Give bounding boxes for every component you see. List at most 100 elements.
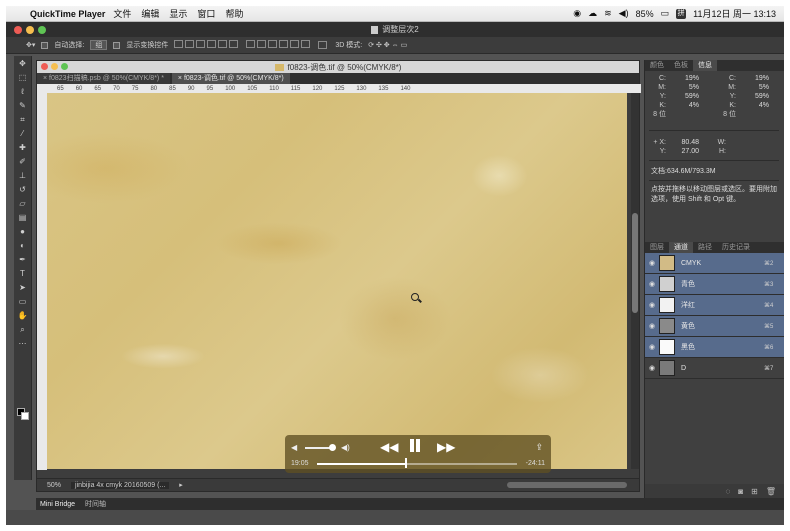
channel-row[interactable]: ◉ 黑色 ⌘6	[645, 337, 784, 358]
close-window-button[interactable]	[14, 26, 22, 34]
zoom-window-button[interactable]	[38, 26, 46, 34]
align-left-icon[interactable]	[207, 40, 217, 48]
move-tool[interactable]: ✥	[16, 58, 30, 70]
image-canvas[interactable]: ◀ ◀) ◀◀ ▶▶ ⇪ 19:05 -24:11	[47, 93, 627, 473]
fast-forward-icon[interactable]: ▶▶	[437, 440, 455, 454]
align-top-icon[interactable]	[174, 40, 184, 48]
align-middle-icon[interactable]	[185, 40, 195, 48]
healing-tool[interactable]: ✚	[16, 142, 30, 154]
channel-row[interactable]: ◉ 洋红 ⌘4	[645, 295, 784, 316]
3d-mode-icons[interactable]: ⟳ ✣ ✥ ⇔ ▭	[368, 41, 407, 49]
share-icon[interactable]: ⇪	[535, 442, 543, 453]
gradient-tool[interactable]: ▤	[16, 212, 30, 224]
tab-mini-bridge[interactable]: Mini Bridge	[40, 501, 75, 508]
channel-row[interactable]: ◉ CMYK ⌘2	[645, 253, 784, 274]
hand-tool[interactable]: ✋	[16, 310, 30, 322]
history-brush-tool[interactable]: ↺	[16, 184, 30, 196]
eye-icon[interactable]: ◉	[645, 322, 659, 330]
volume-low-icon[interactable]: ◀	[291, 443, 297, 452]
clone-stamp-tool[interactable]: ⊥	[16, 170, 30, 182]
brush-tool[interactable]: ✐	[16, 156, 30, 168]
eye-icon[interactable]: ◉	[645, 343, 659, 351]
tab-color-tif[interactable]: × f0823-调色.tif @ 50%(CMYK/8*)	[171, 73, 290, 84]
show-transform-checkbox[interactable]	[113, 41, 121, 49]
document-info[interactable]: jinbijia 4x cmyk 20160509 (...	[71, 481, 170, 489]
auto-select-dropdown[interactable]: 组	[90, 40, 108, 50]
tab-color[interactable]: 颜色	[645, 60, 669, 71]
channel-row[interactable]: ◉ 黄色 ⌘5	[645, 316, 784, 337]
tab-channels[interactable]: 通道	[669, 242, 693, 253]
blur-tool[interactable]: ●	[16, 226, 30, 238]
auto-align-icon[interactable]	[318, 41, 328, 49]
menu-window[interactable]: 窗口	[197, 7, 215, 20]
background-color-swatch[interactable]	[21, 412, 29, 420]
shape-tool[interactable]: ▭	[16, 296, 30, 308]
dodge-tool[interactable]: ◐	[16, 240, 30, 252]
wifi-icon[interactable]: ≋	[604, 8, 612, 19]
screen-record-icon[interactable]: ◉	[573, 8, 581, 19]
load-selection-icon[interactable]: ◌	[726, 487, 731, 496]
zoom-level[interactable]: 50%	[47, 482, 61, 489]
doc-close-button[interactable]	[41, 63, 48, 70]
delete-channel-icon[interactable]: 🗑	[766, 487, 776, 496]
app-name-menu[interactable]: QuickTime Player	[30, 9, 105, 19]
path-select-tool[interactable]: ➤	[16, 282, 30, 294]
align-right-icon[interactable]	[229, 40, 239, 48]
auto-select-checkbox[interactable]	[41, 41, 49, 49]
eye-icon[interactable]: ◉	[645, 364, 659, 372]
input-method-icon[interactable]: 拼	[676, 8, 687, 19]
quick-select-tool[interactable]: ✎	[16, 100, 30, 112]
align-center-icon[interactable]	[218, 40, 228, 48]
distribute-left-icon[interactable]	[279, 40, 289, 48]
crop-tool[interactable]: ⌗	[16, 114, 30, 126]
volume-icon[interactable]: ◀)	[619, 8, 629, 19]
distribute-top-icon[interactable]	[246, 40, 256, 48]
distribute-middle-icon[interactable]	[257, 40, 267, 48]
vertical-scrollbar[interactable]	[631, 93, 639, 469]
tab-history[interactable]: 历史记录	[717, 242, 755, 253]
align-bottom-icon[interactable]	[196, 40, 206, 48]
zoom-tool[interactable]: ⌕	[16, 324, 30, 336]
playback-scrubber[interactable]	[317, 463, 517, 465]
tab-paths[interactable]: 路径	[693, 242, 717, 253]
cloud-icon[interactable]: ☁	[588, 8, 597, 19]
tab-layers[interactable]: 图层	[645, 242, 669, 253]
doc-zoom-button[interactable]	[61, 63, 68, 70]
doc-minimize-button[interactable]	[51, 63, 58, 70]
channel-row[interactable]: ◉ D ⌘7	[645, 358, 784, 379]
type-tool[interactable]: T	[16, 268, 30, 280]
rewind-icon[interactable]: ◀◀	[380, 440, 398, 454]
menu-view[interactable]: 显示	[169, 7, 187, 20]
tab-timeline[interactable]: 时间轴	[85, 499, 106, 509]
lasso-tool[interactable]: ℓ	[16, 86, 30, 98]
move-tool-icon[interactable]: ✥▾	[26, 41, 35, 49]
channel-row[interactable]: ◉ 青色 ⌘3	[645, 274, 784, 295]
battery-percent[interactable]: 85%	[636, 9, 654, 19]
playhead[interactable]	[405, 458, 407, 468]
horizontal-scroll-thumb[interactable]	[507, 482, 627, 488]
eyedropper-tool[interactable]: ⁄	[16, 128, 30, 140]
eraser-tool[interactable]: ▱	[16, 198, 30, 210]
distribute-bottom-icon[interactable]	[268, 40, 278, 48]
battery-icon[interactable]: ▭	[661, 8, 670, 19]
tab-info[interactable]: 信息	[693, 60, 717, 71]
distribute-right-icon[interactable]	[301, 40, 311, 48]
menu-edit[interactable]: 编辑	[141, 7, 159, 20]
eye-icon[interactable]: ◉	[645, 259, 659, 267]
marquee-tool[interactable]: ⬚	[16, 72, 30, 84]
save-selection-icon[interactable]: ◙	[738, 487, 743, 496]
minimize-window-button[interactable]	[26, 26, 34, 34]
extra-tools[interactable]: ⋯	[16, 338, 30, 350]
tab-swatches[interactable]: 色板	[669, 60, 693, 71]
distribute-center-icon[interactable]	[290, 40, 300, 48]
volume-high-icon[interactable]: ◀)	[341, 443, 350, 452]
menu-file[interactable]: 文件	[113, 7, 131, 20]
status-arrow-icon[interactable]: ▸	[179, 481, 183, 489]
eye-icon[interactable]: ◉	[645, 280, 659, 288]
volume-knob[interactable]	[328, 444, 336, 451]
new-channel-icon[interactable]: ⊞	[751, 487, 758, 496]
pen-tool[interactable]: ✒	[16, 254, 30, 266]
menu-help[interactable]: 帮助	[225, 7, 243, 20]
pause-icon[interactable]	[409, 439, 421, 452]
eye-icon[interactable]: ◉	[645, 301, 659, 309]
